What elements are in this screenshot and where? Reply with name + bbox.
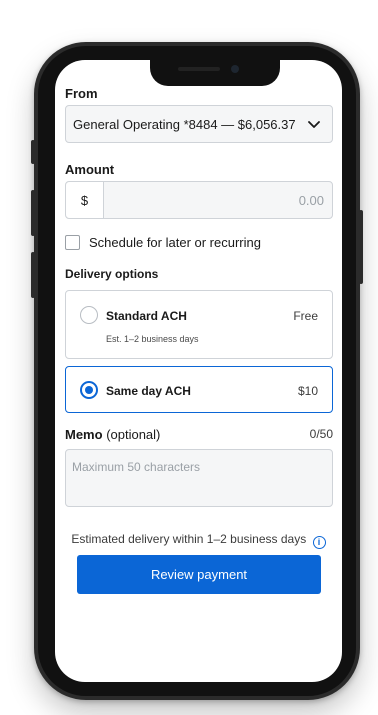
delivery-options-label: Delivery options xyxy=(65,267,159,281)
phone-speaker xyxy=(178,67,220,71)
review-payment-button[interactable]: Review payment xyxy=(77,555,321,594)
estimated-delivery-label: Estimated delivery within 1–2 business d… xyxy=(71,532,307,546)
standard-ach-price: Free xyxy=(293,309,318,323)
standard-ach-title: Standard ACH xyxy=(106,309,187,323)
memo-header: Memo (optional) 0/50 xyxy=(65,427,333,442)
app-screen: From General Operating *8484 — $6,056.37… xyxy=(55,60,342,682)
amount-field[interactable]: $ 0.00 xyxy=(65,181,333,219)
amount-label: Amount xyxy=(65,162,115,177)
same-day-ach-price: $10 xyxy=(297,384,318,398)
amount-input[interactable]: 0.00 xyxy=(104,182,332,218)
phone-power-button xyxy=(359,210,363,284)
currency-prefix: $ xyxy=(66,182,104,218)
schedule-option[interactable]: Schedule for later or recurring xyxy=(65,235,261,250)
phone-camera xyxy=(231,65,239,73)
estimated-delivery-text: Estimated delivery within 1–2 business d… xyxy=(55,532,342,549)
phone-notch xyxy=(150,56,280,86)
from-account-value: General Operating *8484 — $6,056.37 xyxy=(73,116,296,132)
same-day-ach-title: Same day ACH xyxy=(106,384,191,398)
memo-input[interactable]: Maximum 50 characters xyxy=(65,449,333,507)
phone-volume-down xyxy=(31,252,35,298)
standard-ach-radio[interactable] xyxy=(80,306,98,324)
same-day-ach-radio[interactable] xyxy=(80,381,98,399)
from-label: From xyxy=(65,86,98,101)
memo-label: Memo xyxy=(65,427,103,442)
schedule-checkbox[interactable] xyxy=(65,235,80,250)
phone-side-button xyxy=(31,140,35,164)
memo-optional-label: (optional) xyxy=(106,427,161,442)
delivery-option-same-day-ach[interactable]: Same day ACH $10 xyxy=(65,366,333,413)
standard-ach-subtitle: Est. 1–2 business days xyxy=(106,334,199,344)
schedule-label: Schedule for later or recurring xyxy=(89,235,261,250)
delivery-option-standard-ach[interactable]: Standard ACH Free Est. 1–2 business days xyxy=(65,290,333,359)
phone-volume-up xyxy=(31,190,35,236)
info-icon[interactable]: i xyxy=(312,535,326,549)
memo-char-counter: 0/50 xyxy=(309,427,333,441)
from-account-select[interactable]: General Operating *8484 — $6,056.37 xyxy=(65,105,333,143)
chevron-down-icon xyxy=(308,121,320,128)
